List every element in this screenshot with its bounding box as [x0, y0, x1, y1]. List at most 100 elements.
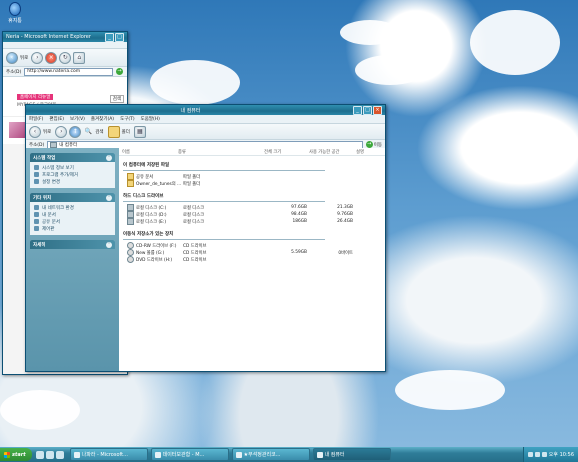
- info-icon: [34, 165, 39, 170]
- column-type[interactable]: 종류: [175, 149, 261, 155]
- task-link[interactable]: 프로그램 추가/제거: [34, 171, 111, 178]
- ie-page-image: [9, 122, 25, 138]
- column-name[interactable]: 이름: [119, 149, 175, 155]
- taskbar-button[interactable]: 나파라 - Microsoft...: [69, 448, 148, 461]
- place-link[interactable]: 내 네트워크 환경: [34, 204, 111, 211]
- tray-icon[interactable]: [527, 452, 533, 457]
- minimize-icon[interactable]: _: [353, 105, 362, 115]
- file-type: 로컬 디스크: [183, 212, 205, 218]
- column-total[interactable]: 전체 크기: [261, 149, 306, 155]
- programs-icon: [34, 172, 39, 177]
- ie-page-button[interactable]: 검색: [109, 95, 124, 103]
- start-button[interactable]: start: [0, 448, 32, 461]
- file-total-size: 97.6GB: [291, 205, 307, 210]
- tray-icon[interactable]: [534, 452, 540, 457]
- go-label[interactable]: 이동: [374, 142, 382, 148]
- ie-address-bar: 주소(D) http://www.nateria.com →: [3, 67, 127, 77]
- file-name: 로컬 디스크 (D:): [136, 212, 167, 218]
- collapse-icon[interactable]: ˄: [106, 154, 112, 161]
- task-pane: 시스템 작업 ˄ 시스템 정보 보기 프로그램 추가/제거 설정 변경 기타 위…: [26, 148, 119, 371]
- home-icon[interactable]: ⌂: [73, 51, 86, 64]
- folders-icon[interactable]: [107, 125, 120, 138]
- ie-page-banner[interactable]: 홈페이지 리뉴얼: [17, 94, 54, 100]
- details-header[interactable]: 자세히 ˅: [30, 240, 115, 249]
- search-icon[interactable]: 🔍: [83, 127, 93, 137]
- back-label[interactable]: 뒤로: [43, 129, 51, 135]
- maximize-icon[interactable]: □: [363, 105, 372, 115]
- settings-icon: [34, 179, 39, 184]
- system-tasks-header[interactable]: 시스템 작업 ˄: [30, 153, 115, 162]
- file-name: 공유 문서: [136, 174, 154, 180]
- back-icon[interactable]: ‹: [6, 51, 18, 64]
- task-link[interactable]: 설정 변경: [34, 178, 111, 185]
- column-free[interactable]: 사용 가능한 공간: [306, 149, 353, 155]
- menu-favorites[interactable]: 즐겨찾기(A): [91, 116, 114, 122]
- menu-view[interactable]: 보기(V): [70, 116, 85, 122]
- quick-launch-icon[interactable]: [55, 450, 64, 459]
- explorer-window[interactable]: 내 컴퓨터 _ □ × 파일(F) 편집(E) 보기(V) 즐겨찾기(A) 도구…: [25, 104, 386, 372]
- taskbar-button[interactable]: 데이터보관함 - M...: [150, 448, 229, 461]
- close-icon[interactable]: ×: [373, 105, 382, 115]
- folders-label[interactable]: 폴더: [122, 129, 130, 135]
- place-link[interactable]: 공유 문서: [34, 218, 111, 225]
- taskbar-button[interactable]: ★부석정관리코...: [231, 448, 310, 461]
- taskbar: start 나파라 - Microsoft... 데이터보관함 - M... ★…: [0, 447, 578, 462]
- views-icon[interactable]: ▦: [133, 125, 146, 138]
- file-row[interactable]: Owner_de_tunes의 ... 파일 폴더: [119, 180, 385, 187]
- quick-launch-icon[interactable]: [35, 450, 44, 459]
- menu-edit[interactable]: 편집(E): [49, 116, 64, 122]
- stop-icon[interactable]: ×: [45, 51, 58, 64]
- cloud-decoration: [395, 370, 505, 410]
- file-type: 파일 폴더: [183, 174, 201, 180]
- maximize-icon[interactable]: □: [115, 32, 124, 42]
- file-name: CD-RW 드라이브 (F:): [136, 243, 177, 249]
- collapse-icon[interactable]: ˄: [106, 194, 112, 201]
- ie-address-input[interactable]: http://www.nateria.com: [24, 67, 113, 76]
- place-link[interactable]: 제어판: [34, 225, 111, 232]
- back-icon[interactable]: ‹: [29, 125, 41, 138]
- cloud-decoration: [355, 55, 425, 85]
- forward-icon[interactable]: ›: [55, 125, 68, 138]
- column-header: 이름 종류 전체 크기 사용 가능한 공간 설명: [119, 148, 385, 156]
- file-type: 로컬 디스크: [183, 205, 205, 211]
- refresh-icon[interactable]: ↻: [59, 51, 72, 64]
- column-comment[interactable]: 설명: [353, 149, 364, 155]
- taskbar-button-active[interactable]: 내 컴퓨터: [312, 448, 391, 461]
- ie-address-label: 주소(D): [6, 69, 22, 75]
- place-link[interactable]: 내 문서: [34, 211, 111, 218]
- cd-drive-icon: [127, 249, 134, 256]
- forward-icon[interactable]: ›: [31, 51, 44, 64]
- ie-back-label[interactable]: 뒤로: [20, 55, 28, 61]
- ie-titlebar[interactable]: Neria - Microsoft Internet Explorer _ □: [3, 32, 127, 42]
- cloud-decoration: [470, 10, 560, 75]
- other-places-header[interactable]: 기타 위치 ˄: [30, 193, 115, 202]
- up-folder-icon[interactable]: ↑: [69, 125, 82, 138]
- menu-file[interactable]: 파일(F): [29, 116, 43, 122]
- file-row[interactable]: CD-RW 드라이브 (F:) CD 드라이브: [119, 242, 385, 249]
- file-row[interactable]: 로컬 디스크 (C:) 로컬 디스크 97.6GB 21.3GB: [119, 204, 385, 211]
- file-row[interactable]: 로컬 디스크 (E:) 로컬 디스크 186GB 26.4GB: [119, 218, 385, 225]
- desktop-icon-label: 휴지통: [8, 18, 22, 24]
- file-row[interactable]: New 볼륨 (G:) CD 드라이브 5.59GB 0바이트: [119, 249, 385, 256]
- file-row[interactable]: DVD 드라이브 (H:) CD 드라이브: [119, 256, 385, 263]
- tray-icon[interactable]: [541, 452, 547, 457]
- menu-tools[interactable]: 도구(T): [120, 116, 135, 122]
- go-icon[interactable]: →: [116, 68, 123, 75]
- task-link[interactable]: 시스템 정보 보기: [34, 164, 111, 171]
- ie-icon: [235, 451, 242, 458]
- search-label[interactable]: 검색: [95, 129, 103, 135]
- computer-icon: [316, 451, 323, 458]
- quick-launch-icon[interactable]: [45, 450, 54, 459]
- file-row[interactable]: 공유 문서 파일 폴더: [119, 173, 385, 180]
- recycle-bin-icon[interactable]: 휴지통: [4, 2, 26, 24]
- clock[interactable]: 오후 10:56: [549, 451, 574, 458]
- menu-help[interactable]: 도움말(H): [141, 116, 160, 122]
- expand-icon[interactable]: ˅: [106, 241, 112, 248]
- section-title: 이 컴퓨터에 저장된 파일: [123, 163, 170, 168]
- cd-drive-icon: [127, 242, 134, 249]
- file-row[interactable]: 로컬 디스크 (D:) 로컬 디스크 98.4GB 9.76GB: [119, 211, 385, 218]
- minimize-icon[interactable]: _: [105, 32, 114, 42]
- explorer-toolbar: ‹ 뒤로 › ↑ 🔍 검색 폴더 ▦: [26, 124, 385, 140]
- go-icon[interactable]: →: [365, 141, 373, 148]
- explorer-titlebar[interactable]: 내 컴퓨터 _ □ ×: [26, 105, 385, 115]
